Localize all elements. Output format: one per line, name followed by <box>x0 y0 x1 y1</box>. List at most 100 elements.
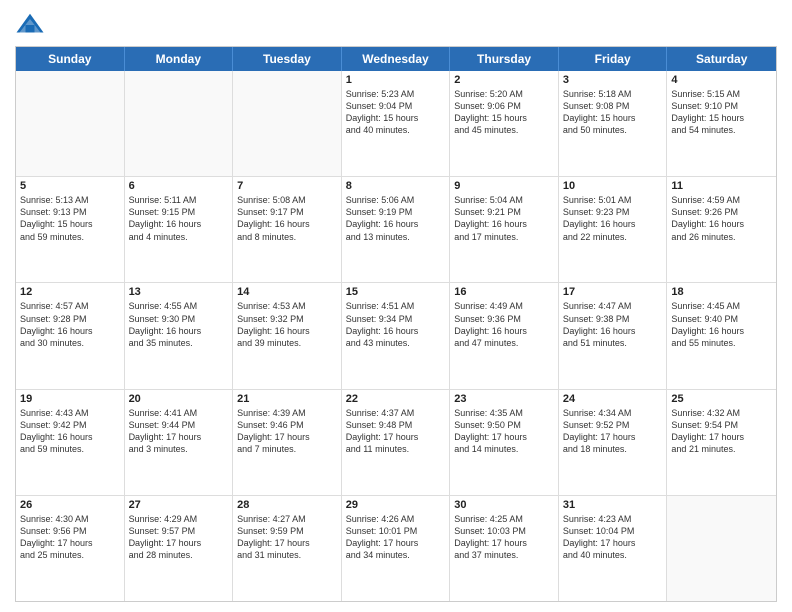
day-info: Sunrise: 5:06 AM Sunset: 9:19 PM Dayligh… <box>346 194 446 243</box>
day-number: 19 <box>20 393 120 405</box>
day-info: Sunrise: 4:26 AM Sunset: 10:01 PM Daylig… <box>346 513 446 562</box>
day-number: 11 <box>671 180 772 192</box>
calendar-cell: 27Sunrise: 4:29 AM Sunset: 9:57 PM Dayli… <box>125 496 234 601</box>
day-number: 4 <box>671 74 772 86</box>
calendar-cell: 30Sunrise: 4:25 AM Sunset: 10:03 PM Dayl… <box>450 496 559 601</box>
calendar-header-wednesday: Wednesday <box>342 47 451 71</box>
day-number: 3 <box>563 74 663 86</box>
calendar-body: 1 Sunrise: 5:23 AM Sunset: 9:04 PM Daylig… <box>16 71 776 601</box>
day-info: Sunrise: 5:04 AM Sunset: 9:21 PM Dayligh… <box>454 194 554 243</box>
day-number: 9 <box>454 180 554 192</box>
day-number: 8 <box>346 180 446 192</box>
calendar-cell: 12 Sunrise: 4:57 AM Sunset: 9:28 PM Dayli… <box>16 283 125 388</box>
day-number: 6 <box>129 180 229 192</box>
calendar-cell: 3 Sunrise: 5:18 AM Sunset: 9:08 PM Daylig… <box>559 71 668 176</box>
calendar-cell: 2 Sunrise: 5:20 AM Sunset: 9:06 PM Daylig… <box>450 71 559 176</box>
day-info: Sunrise: 4:29 AM Sunset: 9:57 PM Dayligh… <box>129 513 229 562</box>
calendar-cell: 7 Sunrise: 5:08 AM Sunset: 9:17 PM Daylig… <box>233 177 342 282</box>
day-number: 1 <box>346 74 446 86</box>
calendar-cell: 4 Sunrise: 5:15 AM Sunset: 9:10 PM Daylig… <box>667 71 776 176</box>
day-info: Sunrise: 4:23 AM Sunset: 10:04 PM Daylig… <box>563 513 663 562</box>
day-number: 12 <box>20 286 120 298</box>
day-info: Sunrise: 5:13 AM Sunset: 9:13 PM Dayligh… <box>20 194 120 243</box>
day-number: 24 <box>563 393 663 405</box>
day-info: Sunrise: 4:49 AM Sunset: 9:36 PM Dayligh… <box>454 300 554 349</box>
calendar-cell: 15Sunrise: 4:51 AM Sunset: 9:34 PM Dayli… <box>342 283 451 388</box>
calendar-cell: 31 Sunrise: 4:23 AM Sunset: 10:04 PM Dayl… <box>559 496 668 601</box>
calendar-cell: 24 Sunrise: 4:34 AM Sunset: 9:52 PM Dayli… <box>559 390 668 495</box>
calendar-cell: 17Sunrise: 4:47 AM Sunset: 9:38 PM Dayli… <box>559 283 668 388</box>
day-number: 20 <box>129 393 229 405</box>
day-number: 26 <box>20 499 120 511</box>
calendar-cell: 10 Sunrise: 5:01 AM Sunset: 9:23 PM Dayli… <box>559 177 668 282</box>
day-number: 16 <box>454 286 554 298</box>
calendar-cell: 13 Sunrise: 4:55 AM Sunset: 9:30 PM Dayli… <box>125 283 234 388</box>
day-number: 22 <box>346 393 446 405</box>
day-number: 7 <box>237 180 337 192</box>
header <box>15 10 777 40</box>
calendar-header-row: SundayMondayTuesdayWednesdayThursdayFrid… <box>16 47 776 71</box>
calendar-cell: 26 Sunrise: 4:30 AM Sunset: 9:56 PM Dayli… <box>16 496 125 601</box>
calendar-row-5: 26 Sunrise: 4:30 AM Sunset: 9:56 PM Dayli… <box>16 496 776 601</box>
calendar-cell <box>125 71 234 176</box>
calendar-cell: 11 Sunrise: 4:59 AM Sunset: 9:26 PM Dayli… <box>667 177 776 282</box>
calendar-cell: 20 Sunrise: 4:41 AM Sunset: 9:44 PM Dayli… <box>125 390 234 495</box>
day-number: 10 <box>563 180 663 192</box>
day-number: 21 <box>237 393 337 405</box>
calendar-cell: 23Sunrise: 4:35 AM Sunset: 9:50 PM Dayli… <box>450 390 559 495</box>
day-info: Sunrise: 5:15 AM Sunset: 9:10 PM Dayligh… <box>671 88 772 137</box>
calendar-header-tuesday: Tuesday <box>233 47 342 71</box>
day-info: Sunrise: 4:59 AM Sunset: 9:26 PM Dayligh… <box>671 194 772 243</box>
calendar-cell: 16 Sunrise: 4:49 AM Sunset: 9:36 PM Dayli… <box>450 283 559 388</box>
calendar-row-2: 5 Sunrise: 5:13 AM Sunset: 9:13 PM Daylig… <box>16 177 776 283</box>
day-info: Sunrise: 4:39 AM Sunset: 9:46 PM Dayligh… <box>237 407 337 456</box>
day-info: Sunrise: 5:11 AM Sunset: 9:15 PM Dayligh… <box>129 194 229 243</box>
day-info: Sunrise: 4:57 AM Sunset: 9:28 PM Dayligh… <box>20 300 120 349</box>
day-info: Sunrise: 4:27 AM Sunset: 9:59 PM Dayligh… <box>237 513 337 562</box>
calendar-row-1: 1 Sunrise: 5:23 AM Sunset: 9:04 PM Daylig… <box>16 71 776 177</box>
calendar-cell: 29Sunrise: 4:26 AM Sunset: 10:01 PM Dayl… <box>342 496 451 601</box>
day-number: 18 <box>671 286 772 298</box>
day-info: Sunrise: 4:32 AM Sunset: 9:54 PM Dayligh… <box>671 407 772 456</box>
calendar-header-sunday: Sunday <box>16 47 125 71</box>
day-number: 2 <box>454 74 554 86</box>
day-info: Sunrise: 5:23 AM Sunset: 9:04 PM Dayligh… <box>346 88 446 137</box>
day-info: Sunrise: 4:55 AM Sunset: 9:30 PM Dayligh… <box>129 300 229 349</box>
calendar: SundayMondayTuesdayWednesdayThursdayFrid… <box>15 46 777 602</box>
day-number: 13 <box>129 286 229 298</box>
day-info: Sunrise: 5:20 AM Sunset: 9:06 PM Dayligh… <box>454 88 554 137</box>
day-number: 23 <box>454 393 554 405</box>
calendar-cell: 14Sunrise: 4:53 AM Sunset: 9:32 PM Dayli… <box>233 283 342 388</box>
calendar-cell <box>233 71 342 176</box>
calendar-cell <box>16 71 125 176</box>
page: SundayMondayTuesdayWednesdayThursdayFrid… <box>0 0 792 612</box>
logo <box>15 10 49 40</box>
calendar-cell: 18Sunrise: 4:45 AM Sunset: 9:40 PM Dayli… <box>667 283 776 388</box>
day-number: 14 <box>237 286 337 298</box>
calendar-cell: 9 Sunrise: 5:04 AM Sunset: 9:21 PM Daylig… <box>450 177 559 282</box>
day-number: 30 <box>454 499 554 511</box>
day-number: 31 <box>563 499 663 511</box>
calendar-cell: 25Sunrise: 4:32 AM Sunset: 9:54 PM Dayli… <box>667 390 776 495</box>
calendar-header-thursday: Thursday <box>450 47 559 71</box>
day-info: Sunrise: 4:34 AM Sunset: 9:52 PM Dayligh… <box>563 407 663 456</box>
day-info: Sunrise: 4:47 AM Sunset: 9:38 PM Dayligh… <box>563 300 663 349</box>
day-number: 5 <box>20 180 120 192</box>
calendar-header-friday: Friday <box>559 47 668 71</box>
day-number: 28 <box>237 499 337 511</box>
calendar-header-saturday: Saturday <box>667 47 776 71</box>
day-info: Sunrise: 4:41 AM Sunset: 9:44 PM Dayligh… <box>129 407 229 456</box>
logo-icon <box>15 10 45 40</box>
calendar-cell: 19Sunrise: 4:43 AM Sunset: 9:42 PM Dayli… <box>16 390 125 495</box>
day-info: Sunrise: 5:08 AM Sunset: 9:17 PM Dayligh… <box>237 194 337 243</box>
day-info: Sunrise: 5:18 AM Sunset: 9:08 PM Dayligh… <box>563 88 663 137</box>
calendar-cell: 1 Sunrise: 5:23 AM Sunset: 9:04 PM Daylig… <box>342 71 451 176</box>
calendar-row-3: 12 Sunrise: 4:57 AM Sunset: 9:28 PM Dayli… <box>16 283 776 389</box>
calendar-cell: 6 Sunrise: 5:11 AM Sunset: 9:15 PM Daylig… <box>125 177 234 282</box>
calendar-cell: 5 Sunrise: 5:13 AM Sunset: 9:13 PM Daylig… <box>16 177 125 282</box>
day-info: Sunrise: 4:30 AM Sunset: 9:56 PM Dayligh… <box>20 513 120 562</box>
day-number: 15 <box>346 286 446 298</box>
calendar-cell: 8 Sunrise: 5:06 AM Sunset: 9:19 PM Daylig… <box>342 177 451 282</box>
calendar-cell <box>667 496 776 601</box>
day-info: Sunrise: 5:01 AM Sunset: 9:23 PM Dayligh… <box>563 194 663 243</box>
